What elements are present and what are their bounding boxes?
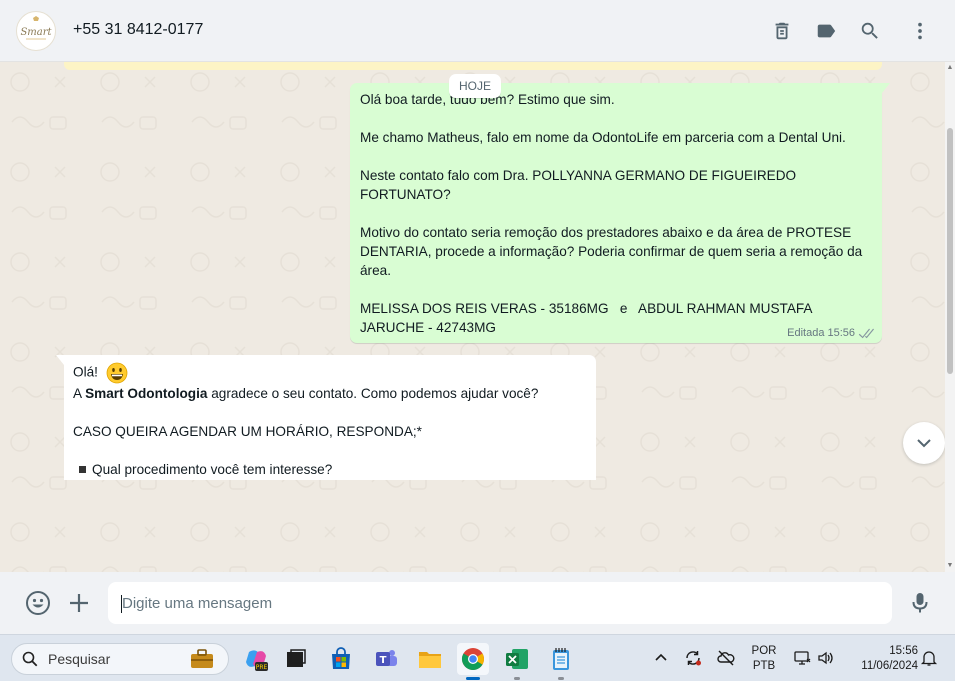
system-clock[interactable]: 15:56 11/06/2024 [846, 644, 918, 674]
double-check-icon [858, 328, 874, 338]
scroll-to-bottom-button[interactable] [903, 422, 945, 464]
message-input[interactable] [108, 582, 892, 624]
message-time: 15:56 [827, 327, 855, 339]
excel-running-indicator [514, 677, 520, 680]
language-code: POR [751, 645, 777, 657]
clock-date: 11/06/2024 [861, 660, 918, 672]
edited-label: Editada [787, 327, 825, 339]
business-name: Smart Odontologia [85, 386, 208, 401]
incoming-greeting-line: Olá! [73, 362, 587, 384]
svg-text:PRE: PRE [256, 664, 268, 671]
chat-header: Smart +55 31 8412-0177 [0, 0, 955, 62]
bullet-square-icon [79, 466, 86, 474]
task-view-icon[interactable] [280, 643, 312, 675]
search-icon[interactable] [858, 19, 882, 43]
incoming-line-1-suffix: agradece o seu contato. Como podemos aju… [207, 386, 539, 401]
incoming-line-2: CASO QUEIRA AGENDAR UM HORÁRIO, RESPONDA… [73, 424, 422, 439]
incoming-line-1: A Smart Odontologia agradece o seu conta… [73, 384, 587, 403]
microsoft-store-icon[interactable] [325, 643, 357, 675]
search-icon [22, 651, 38, 667]
incoming-greeting: Olá! [73, 364, 98, 380]
label-icon[interactable] [814, 19, 838, 43]
copilot-icon[interactable]: PRE [240, 643, 272, 675]
message-meta: Editada 15:56 [787, 327, 874, 339]
incoming-line-3: Qual procedimento você tem interesse? [73, 460, 587, 479]
emoji-icon[interactable] [24, 589, 52, 617]
contact-avatar[interactable]: Smart [16, 11, 56, 51]
encryption-banner [64, 62, 882, 70]
svg-text:Smart: Smart [20, 27, 52, 38]
windows-taskbar: Pesquisar PRE T POR PTB 15:56 11/06/2024 [0, 634, 955, 681]
scroll-down-arrow-icon[interactable]: ▼ [946, 562, 954, 570]
onedrive-offline-icon[interactable] [715, 647, 737, 669]
taskbar-search[interactable]: Pesquisar [11, 643, 229, 675]
scrollbar-thumb[interactable] [947, 128, 953, 374]
grinning-emoji-icon [106, 362, 128, 384]
notepad-icon[interactable] [545, 643, 577, 675]
incoming-message[interactable]: Olá! A Smart Odontologia agradece o seu … [64, 355, 596, 480]
network-icon[interactable] [791, 647, 813, 669]
layout-code: PTB [752, 660, 776, 672]
outgoing-message-text: Olá boa tarde, tudo bem? Estimo que sim.… [360, 92, 863, 335]
chevron-down-icon [917, 439, 931, 448]
notification-bell-icon[interactable] [918, 647, 940, 669]
smart-logo-icon: Smart [19, 14, 53, 48]
date-divider: HOJE [449, 74, 501, 98]
file-explorer-icon[interactable] [414, 643, 446, 675]
teams-icon[interactable]: T [370, 643, 402, 675]
chat-panel[interactable]: HOJE Olá boa tarde, tudo bem? Estimo que… [0, 62, 955, 572]
chevron-up-icon[interactable] [650, 647, 672, 669]
briefcase-icon [191, 649, 213, 668]
keyboard-language[interactable]: POR PTB [750, 644, 778, 674]
delete-icon[interactable] [770, 19, 794, 43]
more-options-icon[interactable] [908, 19, 932, 43]
microphone-icon[interactable] [906, 589, 934, 617]
message-composer [0, 572, 955, 634]
volume-icon[interactable] [815, 647, 837, 669]
outgoing-message[interactable]: Olá boa tarde, tudo bem? Estimo que sim.… [350, 83, 890, 343]
taskbar-search-label: Pesquisar [48, 651, 111, 667]
notepad-running-indicator [558, 677, 564, 680]
contact-name[interactable]: +55 31 8412-0177 [73, 21, 203, 39]
text-caret [121, 595, 122, 613]
incoming-line-3-text: Qual procedimento você tem interesse? [92, 462, 333, 477]
chrome-icon[interactable] [457, 643, 489, 675]
incoming-bubble-tail [56, 355, 64, 365]
svg-text:T: T [380, 655, 387, 666]
chrome-active-indicator [466, 677, 480, 680]
scroll-up-arrow-icon[interactable]: ▲ [946, 64, 954, 72]
attach-plus-icon[interactable] [65, 589, 93, 617]
incoming-line-1-prefix: A [73, 386, 86, 401]
sync-icon[interactable] [682, 647, 704, 669]
excel-icon[interactable] [501, 643, 533, 675]
clock-time: 15:56 [889, 645, 918, 657]
